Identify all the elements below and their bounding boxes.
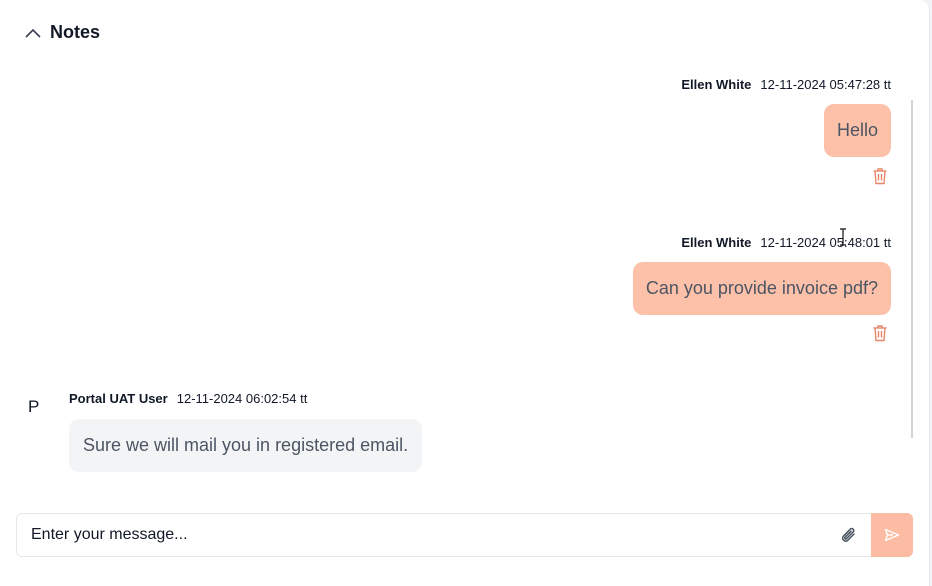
- message-list-scrollbar[interactable]: [911, 100, 913, 438]
- trash-icon[interactable]: [872, 324, 888, 342]
- message-meta: Ellen White 12-11-2024 05:47:28 tt: [681, 77, 891, 92]
- message-timestamp: 12-11-2024 05:48:01 tt: [760, 235, 891, 250]
- message-author: Ellen White: [681, 235, 752, 250]
- message-bubble-outgoing: Can you provide invoice pdf?: [632, 262, 891, 315]
- message-author: Ellen White: [681, 77, 752, 92]
- message-meta: Ellen White 12-11-2024 05:48:01 tt: [681, 235, 891, 250]
- message-composer: [16, 513, 913, 557]
- message-author: Portal UAT User: [69, 391, 168, 406]
- send-button[interactable]: [871, 513, 913, 557]
- message-meta: Portal UAT User 12-11-2024 06:02:54 tt: [69, 391, 307, 406]
- message-input[interactable]: [17, 514, 827, 556]
- text-cursor-icon: [840, 228, 846, 246]
- message-bubble-outgoing: Hello: [823, 104, 891, 157]
- message-timestamp: 12-11-2024 05:47:28 tt: [760, 77, 891, 92]
- send-icon: [884, 528, 900, 542]
- message-timestamp: 12-11-2024 06:02:54 tt: [176, 391, 308, 406]
- notes-header-toggle[interactable]: Notes: [24, 22, 100, 43]
- notes-title: Notes: [50, 22, 101, 42]
- paperclip-icon[interactable]: [839, 525, 859, 547]
- message-bubble-incoming: Sure we will mail you in registered emai…: [69, 419, 423, 472]
- chevron-up-icon: [25, 28, 41, 38]
- notes-panel: Notes Ellen White 12-11-2024 05:47:28 tt …: [0, 0, 930, 586]
- trash-icon[interactable]: [872, 167, 888, 185]
- avatar: P: [28, 397, 40, 416]
